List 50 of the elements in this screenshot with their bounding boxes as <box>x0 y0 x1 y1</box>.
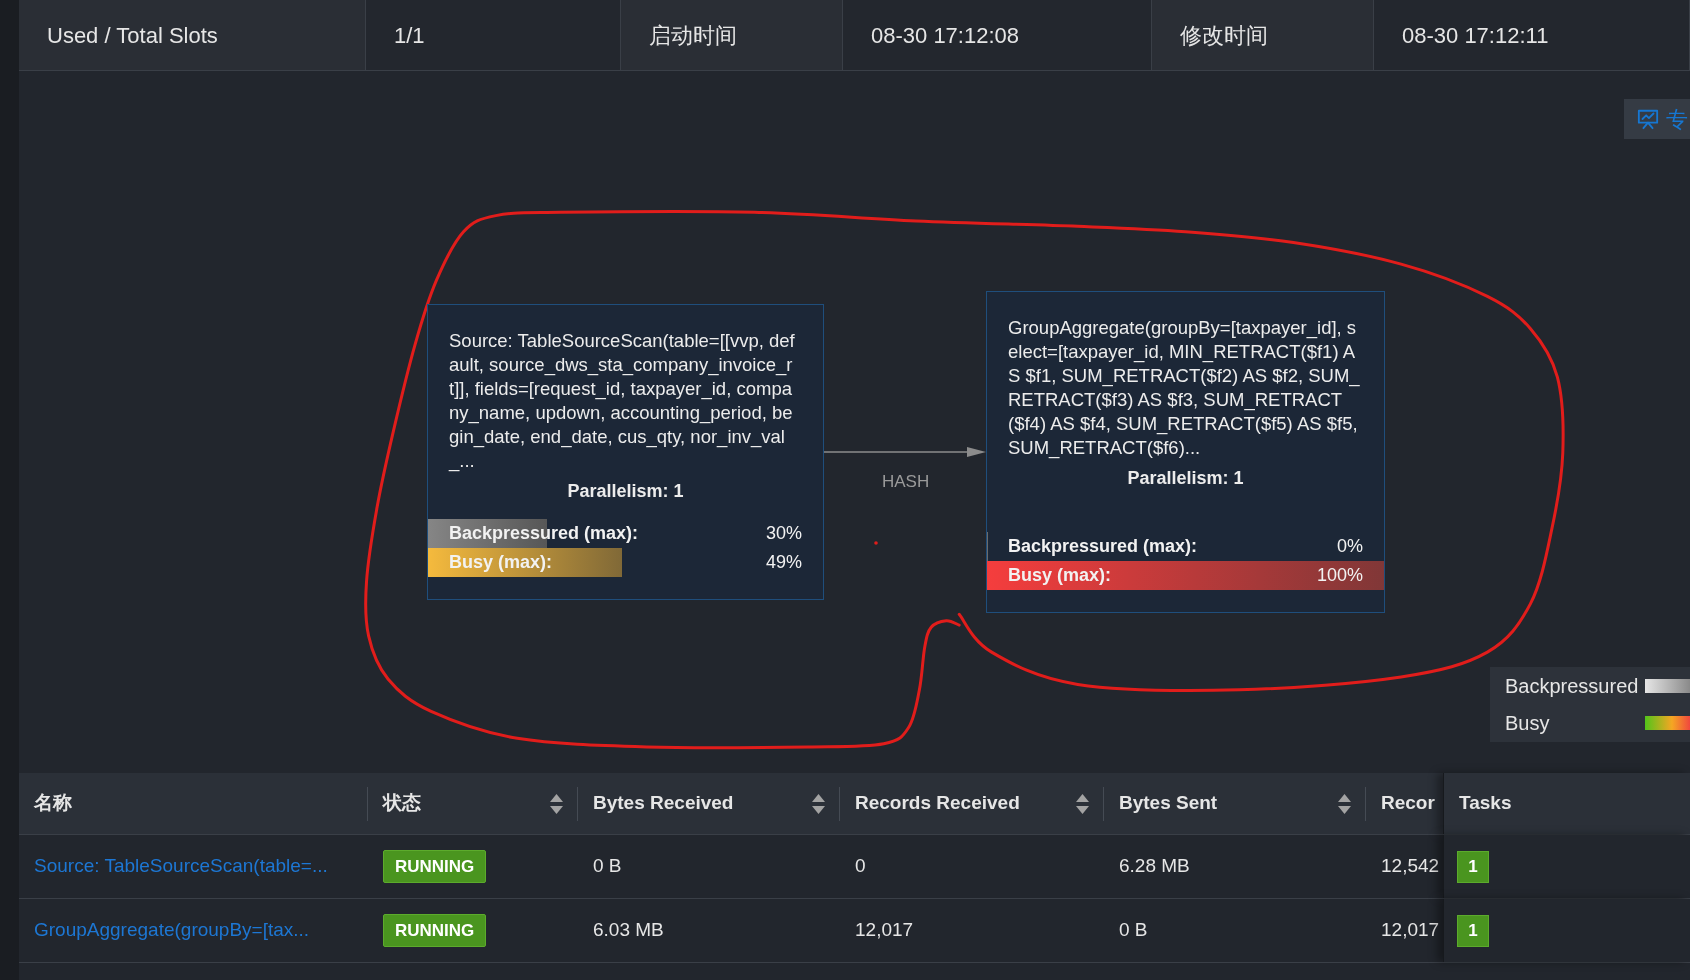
operator-node[interactable] <box>986 291 1385 613</box>
table-cell-text: 12,017 <box>855 918 914 943</box>
table-cell-text: 6.03 MB <box>593 918 664 943</box>
ink-dot-icon <box>874 541 878 545</box>
column-header: Bytes Received <box>593 791 734 816</box>
status-badge: RUNNING <box>383 914 487 947</box>
gradient-swatch-icon <box>1645 715 1690 730</box>
metric-value: 49% <box>765 551 802 574</box>
presentation-chart-icon <box>1637 108 1659 130</box>
table-cell-text: 0 B <box>1119 918 1148 943</box>
metric-value: 0% <box>1337 535 1363 558</box>
operator-node[interactable] <box>427 304 824 600</box>
sort-icon[interactable] <box>812 792 825 815</box>
toolbar-button[interactable]: 专 <box>1624 99 1690 139</box>
column-header: Bytes Sent <box>1119 791 1218 816</box>
column-header: Recor <box>1381 791 1435 816</box>
metric-label: Busy (max): <box>449 551 553 574</box>
table-cell-text: 12,017 <box>1381 918 1440 943</box>
sort-icon[interactable] <box>1076 792 1089 815</box>
edge-label: HASH <box>882 471 930 493</box>
status-badge: RUNNING <box>383 850 487 883</box>
column-header: Tasks <box>1459 791 1512 816</box>
task-count-badge: 1 <box>1457 850 1489 883</box>
metric-label: Backpressured (max): <box>449 522 639 545</box>
summary-label: 启动时间 <box>621 0 843 70</box>
table-cell-text: 12,542 <box>1381 854 1440 879</box>
sort-icon[interactable] <box>1338 792 1351 815</box>
summary-label: Used / Total Slots <box>19 0 366 70</box>
gradient-swatch-icon <box>1645 678 1690 693</box>
metric-value: 100% <box>1316 564 1363 587</box>
operator-link[interactable]: Source: TableSourceScan(table=... <box>34 852 328 881</box>
metric-value: 30% <box>765 522 802 545</box>
operator-description: GroupAggregate(groupBy=[taxpayer_id], select=[taxpayer_id, MIN_RETRACT($f1) AS $f1, SUM_RETRACT($f2) AS $f2, SUM_RETRACT($f3) AS $f3, SUM_RETRACT($f4) AS $f4, SUM_RETRACT($f5) AS $f5, SUM_RETRACT($f6)... <box>1007 316 1361 460</box>
operator-description: Source: TableSourceScan(table=[[vvp, default, source_dws_sta_company_invoice_rt]], fields=[request_id, taxpayer_id, company_name, updown, accounting_period, begin_date, end_date, cus_qty, nor_inv_val_... <box>447 329 796 473</box>
column-header: 状态 <box>383 791 421 816</box>
legend-label: Backpressured <box>1505 673 1640 699</box>
operator-link[interactable]: GroupAggregate(groupBy=[tax... <box>34 916 310 945</box>
summary-label: 修改时间 <box>1152 0 1374 70</box>
column-header: Records Received <box>855 791 1020 816</box>
parallelism-label: Parallelism: 1 <box>1126 467 1245 490</box>
metric-label: Busy (max): <box>1008 564 1112 587</box>
parallelism-label: Parallelism: 1 <box>566 480 685 503</box>
table-cell-text: 6.28 MB <box>1119 854 1190 879</box>
legend-label: Busy <box>1505 710 1551 736</box>
task-count-badge: 1 <box>1457 914 1489 947</box>
sort-icon[interactable] <box>550 792 563 815</box>
column-header: 名称 <box>34 791 72 816</box>
table-cell-text: 0 <box>855 854 866 879</box>
table-cell-text: 0 B <box>593 854 622 879</box>
metric-label: Backpressured (max): <box>1008 535 1198 558</box>
